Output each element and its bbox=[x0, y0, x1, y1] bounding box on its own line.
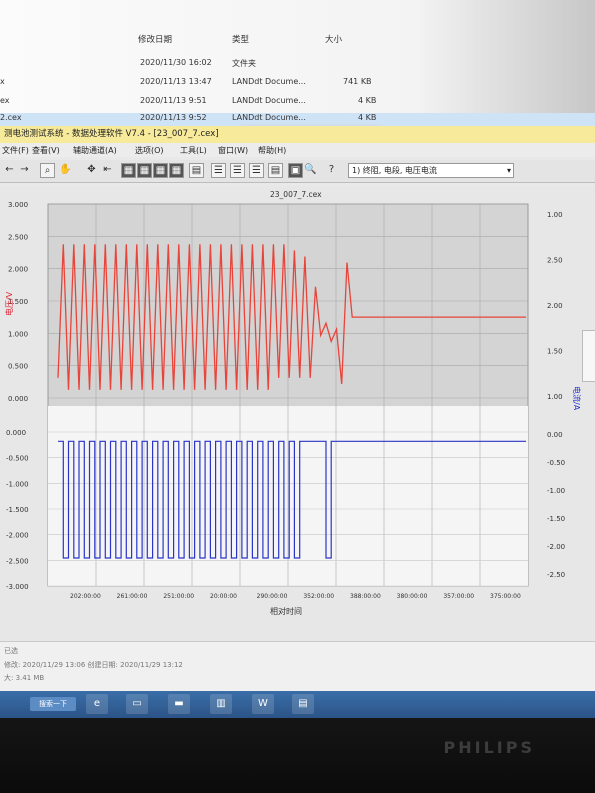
document-icon[interactable]: ▣ bbox=[288, 163, 303, 178]
y2-tick-label: -2.00 bbox=[547, 543, 565, 551]
y2-tick-label: -2.50 bbox=[547, 571, 565, 579]
grid-icon[interactable]: ▤ bbox=[189, 163, 204, 178]
y2-tick-label: -1.00 bbox=[547, 487, 565, 495]
y2-axis-label: 电流/A bbox=[572, 386, 582, 411]
x-axis-label: 相对时间 bbox=[270, 606, 302, 616]
y-axis-label: 电压/V bbox=[4, 291, 14, 316]
status-line-dates: 修改: 2020/11/29 13:06 创建日期: 2020/11/29 13… bbox=[4, 661, 183, 669]
file-row[interactable]: ex 2020/11/13 9:51 LANDdt Docume... 4 KB bbox=[0, 96, 595, 110]
status-line-size: 大: 3.41 MB bbox=[4, 674, 45, 682]
column-type[interactable]: 类型 bbox=[232, 33, 249, 45]
chart-area: 23_007_7.cex 3.000 2.500 2.000 1.500 1.000 0.5… bbox=[0, 186, 595, 641]
x-tick-label: 388:00:00 bbox=[350, 593, 381, 600]
y2-tick-label: 2.00 bbox=[547, 302, 563, 310]
align-icon[interactable]: ☰ bbox=[249, 163, 264, 178]
side-panel-edge bbox=[582, 330, 595, 382]
x-tick-label: 202:00:00 bbox=[70, 593, 101, 600]
file-row[interactable]: 2020/11/30 16:02 文件夹 bbox=[0, 58, 595, 72]
step-icon[interactable]: ⇤ bbox=[100, 163, 115, 178]
y-tick-label: -1.000 bbox=[6, 480, 29, 488]
x-tick-label: 290:00:00 bbox=[257, 593, 288, 600]
table-icon[interactable]: ▤ bbox=[268, 163, 283, 178]
pan-hand-icon[interactable]: ✋ bbox=[58, 163, 73, 178]
search-button[interactable]: 搜索一下 bbox=[30, 697, 76, 711]
chart-mode-3-icon[interactable]: ▦ bbox=[153, 163, 168, 178]
data-app-icon[interactable]: ▥ bbox=[210, 694, 232, 714]
status-line-selected: 已选 bbox=[4, 647, 18, 655]
x-tick-label: 251:00:00 bbox=[163, 593, 194, 600]
y-tick-label: 1.000 bbox=[8, 330, 28, 338]
y-tick-label: -3.000 bbox=[6, 583, 29, 591]
y-tick-label: 2.500 bbox=[8, 233, 28, 241]
monitor-screen: 修改日期 类型 大小 2020/11/30 16:02 文件夹 x 2020/1… bbox=[0, 0, 595, 722]
app-titlebar: 测电池测试系统 - 数据处理软件 V7.4 - [23_007_7.cex] bbox=[0, 126, 595, 143]
browser-icon[interactable]: e bbox=[86, 694, 108, 714]
menu-window[interactable]: 窗口(W) bbox=[218, 145, 248, 156]
chart-mode-1-icon[interactable]: ▦ bbox=[121, 163, 136, 178]
chevron-down-icon: ▾ bbox=[506, 166, 511, 175]
y2-tick-label: 1.00 bbox=[547, 211, 563, 219]
zoom-icon[interactable]: ⌕ bbox=[40, 163, 55, 178]
column-date[interactable]: 修改日期 bbox=[138, 33, 172, 45]
brand-logo: PHILIPS bbox=[443, 738, 535, 757]
search-icon[interactable]: 🔍 bbox=[303, 163, 318, 178]
y-tick-label: 0.000 bbox=[8, 395, 28, 403]
y-tick-label: -2.000 bbox=[6, 532, 29, 540]
toolbar: ← → ⌕ ✋ ✥ ⇤ ▦ ▦ ▦ ▦ ▤ ☰ ☰ ☰ ▤ ▣ 🔍 ? 1) 终… bbox=[0, 160, 595, 183]
y-tick-label: 2.000 bbox=[8, 266, 28, 274]
folder-icon[interactable]: ▬ bbox=[168, 694, 190, 714]
help-icon[interactable]: ? bbox=[324, 163, 339, 178]
menu-help[interactable]: 帮助(H) bbox=[258, 145, 286, 156]
chart-app-icon[interactable]: ▤ bbox=[292, 694, 314, 714]
chart-svg: 23_007_7.cex3.0002.5002.0001.5001.0000.5… bbox=[4, 190, 582, 616]
menu-tools[interactable]: 工具(L) bbox=[180, 145, 207, 156]
y2-tick-label: -0.50 bbox=[547, 459, 565, 467]
y-tick-label: -0.500 bbox=[6, 455, 29, 463]
column-size[interactable]: 大小 bbox=[325, 33, 342, 45]
status-area: 已选 修改: 2020/11/29 13:06 创建日期: 2020/11/29… bbox=[0, 641, 595, 692]
y-tick-label: 0.500 bbox=[8, 363, 28, 371]
y2-tick-label: 1.50 bbox=[547, 348, 563, 356]
chart-mode-4-icon[interactable]: ▦ bbox=[169, 163, 184, 178]
y2-tick-label: 2.50 bbox=[547, 257, 563, 265]
menu-options[interactable]: 选项(O) bbox=[135, 145, 164, 156]
app-icon[interactable]: ▭ bbox=[126, 694, 148, 714]
menu-aux-channel[interactable]: 辅助通道(A) bbox=[73, 145, 117, 156]
x-tick-label: 261:00:00 bbox=[117, 593, 148, 600]
list-icon[interactable]: ☰ bbox=[211, 163, 226, 178]
taskbar: 搜索一下 e ▭ ▬ ▥ W ▤ bbox=[0, 691, 595, 718]
menu-file[interactable]: 文件(F) bbox=[2, 145, 29, 156]
menu-bar: 文件(F) 查看(V) 辅助通道(A) 选项(O) 工具(L) 窗口(W) 帮助… bbox=[0, 143, 595, 157]
wps-icon[interactable]: W bbox=[252, 694, 274, 714]
x-tick-label: 357:00:00 bbox=[443, 593, 474, 600]
file-row[interactable]: x 2020/11/13 13:47 LANDdt Docume... 741 … bbox=[0, 77, 595, 91]
back-arrow-icon[interactable]: ← bbox=[2, 163, 17, 178]
file-explorer: 修改日期 类型 大小 2020/11/30 16:02 文件夹 x 2020/1… bbox=[0, 0, 595, 142]
y-tick-label: -2.500 bbox=[6, 557, 29, 565]
explorer-header: 修改日期 类型 大小 bbox=[0, 33, 595, 47]
y-tick-label: 0.000 bbox=[6, 429, 26, 437]
list-2-icon[interactable]: ☰ bbox=[230, 163, 245, 178]
y2-tick-label: 1.00 bbox=[547, 393, 563, 401]
forward-arrow-icon[interactable]: → bbox=[17, 163, 32, 178]
x-tick-label: 380:00:00 bbox=[397, 593, 428, 600]
chart-mode-2-icon[interactable]: ▦ bbox=[137, 163, 152, 178]
move-icon[interactable]: ✥ bbox=[84, 163, 99, 178]
chart-title: 23_007_7.cex bbox=[270, 190, 322, 199]
curve-selector[interactable]: 1) 终阻, 电段, 电压电流 ▾ bbox=[348, 163, 514, 178]
x-tick-label: 352:00:00 bbox=[303, 593, 334, 600]
y2-tick-label: -1.50 bbox=[547, 515, 565, 523]
monitor-bezel: PHILIPS bbox=[0, 718, 595, 793]
app-title: 测电池测试系统 - 数据处理软件 V7.4 - [23_007_7.cex] bbox=[4, 129, 219, 139]
y2-tick-label: 0.00 bbox=[547, 431, 563, 439]
x-tick-label: 20:00:00 bbox=[210, 593, 237, 600]
y-tick-label: -1.500 bbox=[6, 506, 29, 514]
file-row-selected[interactable]: 2.cex 2020/11/13 9:52 LANDdt Docume... 4… bbox=[0, 113, 595, 127]
x-tick-label: 375:00:00 bbox=[490, 593, 521, 600]
menu-view[interactable]: 查看(V) bbox=[32, 145, 60, 156]
y-tick-label: 3.000 bbox=[8, 201, 28, 209]
